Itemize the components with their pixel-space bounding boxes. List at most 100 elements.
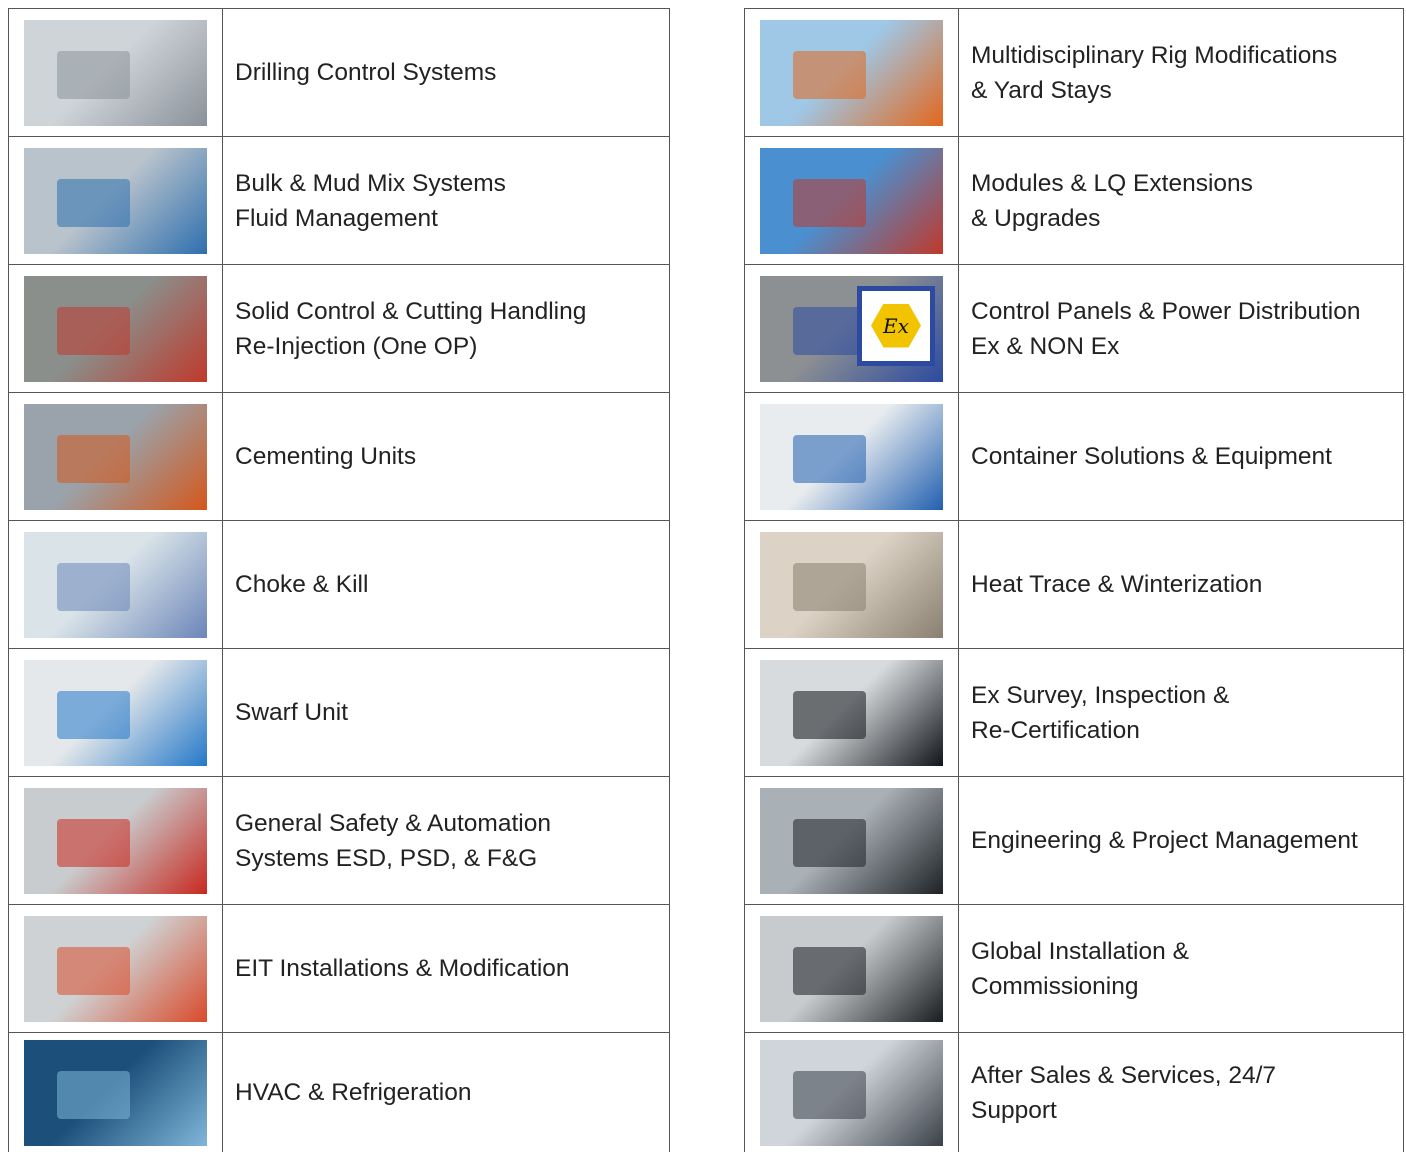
thumbnail-cell (9, 9, 223, 136)
label-cell: Ex Survey, Inspection & Re-Certification (959, 649, 1403, 776)
service-row: Container Solutions & Equipment (745, 393, 1403, 521)
drilling-control-chair-photo (24, 19, 207, 126)
choke-kill-screen-capture (24, 531, 207, 638)
service-label: Bulk & Mud Mix Systems Fluid Management (235, 169, 506, 232)
service-label: Global Installation & Commissioning (971, 937, 1189, 1000)
label-cell: Engineering & Project Management (959, 777, 1403, 904)
photo-subject-shape (56, 1071, 131, 1119)
service-label: Heat Trace & Winterization (971, 571, 1263, 598)
thumbnail-cell: Ex (745, 265, 959, 392)
service-row: Drilling Control Systems (9, 9, 669, 137)
thumbnail-cell (9, 905, 223, 1032)
ex-badge-icon: Ex (857, 285, 935, 366)
service-row: HVAC & Refrigeration (9, 1033, 669, 1152)
thumbnail-cell (9, 777, 223, 904)
heat-trace-pipe-photo (760, 531, 943, 638)
service-row: Heat Trace & Winterization (745, 521, 1403, 649)
module-lift-photo (760, 147, 943, 254)
service-label: Solid Control & Cutting Handling Re-Inje… (235, 297, 587, 360)
photo-subject-shape (792, 563, 867, 611)
thumbnail-cell (9, 393, 223, 520)
label-cell: Drilling Control Systems (223, 9, 669, 136)
label-cell: Choke & Kill (223, 521, 669, 648)
service-row: Ex Control Panels & Power Distribution Ex… (745, 265, 1403, 393)
service-label: HVAC & Refrigeration (235, 1079, 472, 1106)
service-row: Cementing Units (9, 393, 669, 521)
thumbnail-cell (745, 905, 959, 1032)
photo-subject-shape (56, 435, 131, 483)
thumbnail-cell (745, 393, 959, 520)
photo-subject-shape (792, 51, 867, 99)
label-cell: Heat Trace & Winterization (959, 521, 1403, 648)
after-sales-team-photo (760, 1039, 943, 1146)
service-row: Multidisciplinary Rig Modifications & Ya… (745, 9, 1403, 137)
photo-subject-shape (56, 563, 131, 611)
photo-subject-shape (792, 307, 867, 355)
photo-subject-shape (56, 51, 131, 99)
eit-installation-worker-photo (24, 915, 207, 1022)
label-cell: Swarf Unit (223, 649, 669, 776)
service-label: Cementing Units (235, 443, 417, 470)
label-cell: General Safety & Automation Systems ESD,… (223, 777, 669, 904)
engineering-workstation-photo (760, 787, 943, 894)
thumbnail-cell (745, 777, 959, 904)
photo-subject-shape (792, 819, 867, 867)
service-row: EIT Installations & Modification (9, 905, 669, 1033)
thumbnail-cell (9, 521, 223, 648)
label-cell: Control Panels & Power Distribution Ex &… (959, 265, 1403, 392)
label-cell: Bulk & Mud Mix Systems Fluid Management (223, 137, 669, 264)
service-table-right: Multidisciplinary Rig Modifications & Ya… (744, 8, 1404, 1152)
service-label: Multidisciplinary Rig Modifications & Ya… (971, 41, 1338, 104)
label-cell: EIT Installations & Modification (223, 905, 669, 1032)
thumbnail-cell (745, 1033, 959, 1152)
service-row: Bulk & Mud Mix Systems Fluid Management (9, 137, 669, 265)
label-cell: Modules & LQ Extensions & Upgrades (959, 137, 1403, 264)
thumbnail-cell (9, 265, 223, 392)
photo-subject-shape (792, 1071, 867, 1119)
rig-and-ship-photo (760, 19, 943, 126)
service-row: Global Installation & Commissioning (745, 905, 1403, 1033)
solid-control-3d-model (24, 275, 207, 382)
thumbnail-cell (745, 649, 959, 776)
service-label: EIT Installations & Modification (235, 955, 570, 982)
service-label: Choke & Kill (235, 571, 369, 598)
control-panel-ex-photo: Ex (760, 275, 943, 382)
service-row: General Safety & Automation Systems ESD,… (9, 777, 669, 905)
thumbnail-cell (745, 521, 959, 648)
label-cell: Multidisciplinary Rig Modifications & Ya… (959, 9, 1403, 136)
label-cell: Global Installation & Commissioning (959, 905, 1403, 1032)
label-cell: Solid Control & Cutting Handling Re-Inje… (223, 265, 669, 392)
service-table-left: Drilling Control Systems Bulk & Mud Mix S… (8, 8, 670, 1152)
thumbnail-cell (745, 9, 959, 136)
photo-subject-shape (56, 307, 131, 355)
photo-subject-shape (56, 819, 131, 867)
service-row: Solid Control & Cutting Handling Re-Inje… (9, 265, 669, 393)
installation-technician-photo (760, 915, 943, 1022)
mud-mix-equipment-photo (24, 147, 207, 254)
service-label: Control Panels & Power Distribution Ex &… (971, 297, 1361, 360)
ex-hexagon-icon: Ex (871, 303, 921, 348)
photo-subject-shape (792, 947, 867, 995)
service-row: Modules & LQ Extensions & Upgrades (745, 137, 1403, 265)
container-solution-3d-model (760, 403, 943, 510)
swarf-unit-photo (24, 659, 207, 766)
hvac-ducts-photo (24, 1039, 207, 1146)
safety-automation-photo (24, 787, 207, 894)
service-label: Swarf Unit (235, 699, 349, 726)
service-row: Engineering & Project Management (745, 777, 1403, 905)
service-row: Swarf Unit (9, 649, 669, 777)
label-cell: Cementing Units (223, 393, 669, 520)
service-label: Modules & LQ Extensions & Upgrades (971, 169, 1253, 232)
service-label: Ex Survey, Inspection & Re-Certification (971, 681, 1230, 744)
thumbnail-cell (9, 649, 223, 776)
service-row: Choke & Kill (9, 521, 669, 649)
thumbnail-cell (9, 137, 223, 264)
photo-subject-shape (56, 947, 131, 995)
service-label: Container Solutions & Equipment (971, 443, 1332, 470)
photo-subject-shape (56, 179, 131, 227)
cementing-units-3d-model (24, 403, 207, 510)
service-label: After Sales & Services, 24/7 Support (971, 1061, 1277, 1124)
service-label: Engineering & Project Management (971, 827, 1358, 854)
thumbnail-cell (745, 137, 959, 264)
photo-subject-shape (792, 691, 867, 739)
